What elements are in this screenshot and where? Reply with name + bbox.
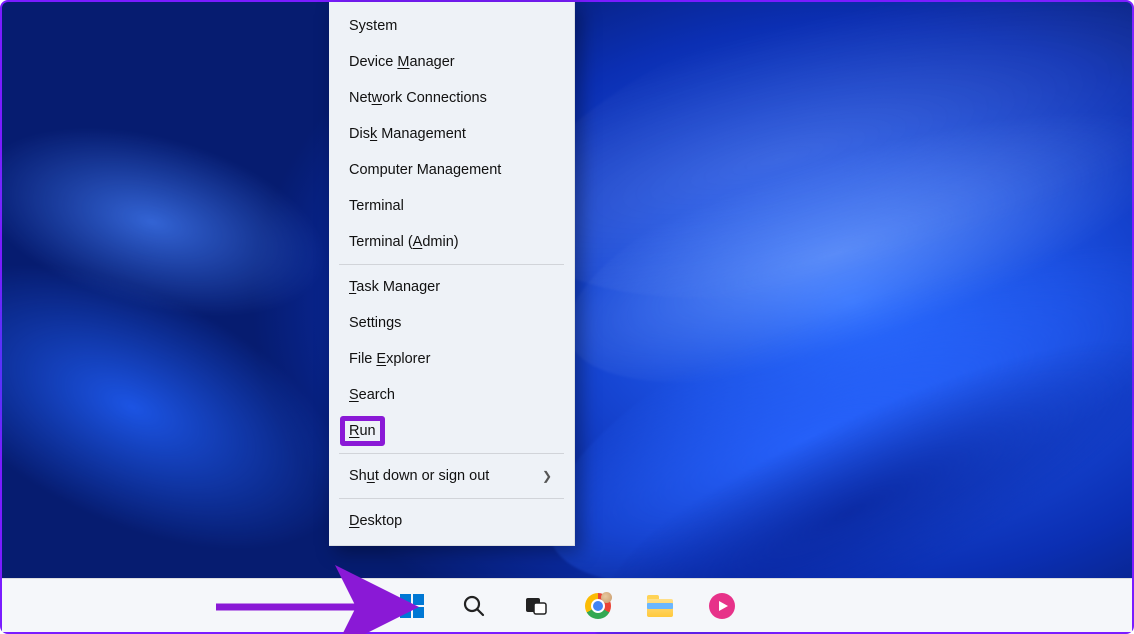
menu-item-label: Desktop — [349, 513, 402, 529]
menu-item-label: Network Connections — [349, 90, 487, 106]
chrome-button[interactable] — [578, 586, 618, 626]
taskbar[interactable] — [2, 578, 1132, 632]
menu-item-label: Device Manager — [349, 54, 455, 70]
menu-item-terminal-admin[interactable]: Terminal (Admin) — [329, 224, 574, 260]
menu-item-label: Run — [349, 423, 376, 439]
menu-item-label: Terminal (Admin) — [349, 234, 459, 250]
task-view-button[interactable] — [516, 586, 556, 626]
menu-item-search[interactable]: Search — [329, 377, 574, 413]
app-button[interactable] — [702, 586, 742, 626]
menu-item-shutdown-signout[interactable]: Shut down or sign out ❯ — [329, 458, 574, 494]
menu-item-device-manager[interactable]: Device Manager — [329, 44, 574, 80]
menu-item-label: Search — [349, 387, 395, 403]
menu-item-label: File Explorer — [349, 351, 430, 367]
menu-item-system[interactable]: System — [329, 8, 574, 44]
menu-item-file-explorer[interactable]: File Explorer — [329, 341, 574, 377]
menu-item-label: Settings — [349, 315, 401, 331]
submenu-chevron-icon: ❯ — [542, 469, 552, 483]
menu-item-label: Computer Management — [349, 162, 501, 178]
search-icon — [462, 594, 486, 618]
file-explorer-icon — [647, 595, 673, 617]
menu-item-disk-management[interactable]: Disk Management — [329, 116, 574, 152]
app-icon — [709, 593, 735, 619]
search-button[interactable] — [454, 586, 494, 626]
menu-item-settings[interactable]: Settings — [329, 305, 574, 341]
start-button[interactable] — [392, 586, 432, 626]
menu-item-network-connections[interactable]: Network Connections — [329, 80, 574, 116]
menu-item-task-manager[interactable]: Task Manager — [329, 269, 574, 305]
winx-context-menu[interactable]: System Device Manager Network Connection… — [329, 2, 575, 546]
menu-item-computer-management[interactable]: Computer Management — [329, 152, 574, 188]
menu-item-label: Shut down or sign out — [349, 468, 489, 484]
file-explorer-button[interactable] — [640, 586, 680, 626]
menu-divider — [339, 498, 564, 499]
chrome-icon — [585, 593, 611, 619]
menu-item-label: System — [349, 18, 397, 34]
menu-item-run[interactable]: Run — [329, 413, 574, 449]
menu-item-label: Task Manager — [349, 279, 440, 295]
desktop[interactable]: System Device Manager Network Connection… — [0, 0, 1134, 634]
menu-item-terminal[interactable]: Terminal — [329, 188, 574, 224]
menu-item-label: Terminal — [349, 198, 404, 214]
menu-divider — [339, 453, 564, 454]
task-view-icon — [524, 594, 548, 618]
menu-item-desktop[interactable]: Desktop — [329, 503, 574, 539]
menu-divider — [339, 264, 564, 265]
windows-logo-icon — [400, 594, 424, 618]
menu-item-label: Disk Management — [349, 126, 466, 142]
